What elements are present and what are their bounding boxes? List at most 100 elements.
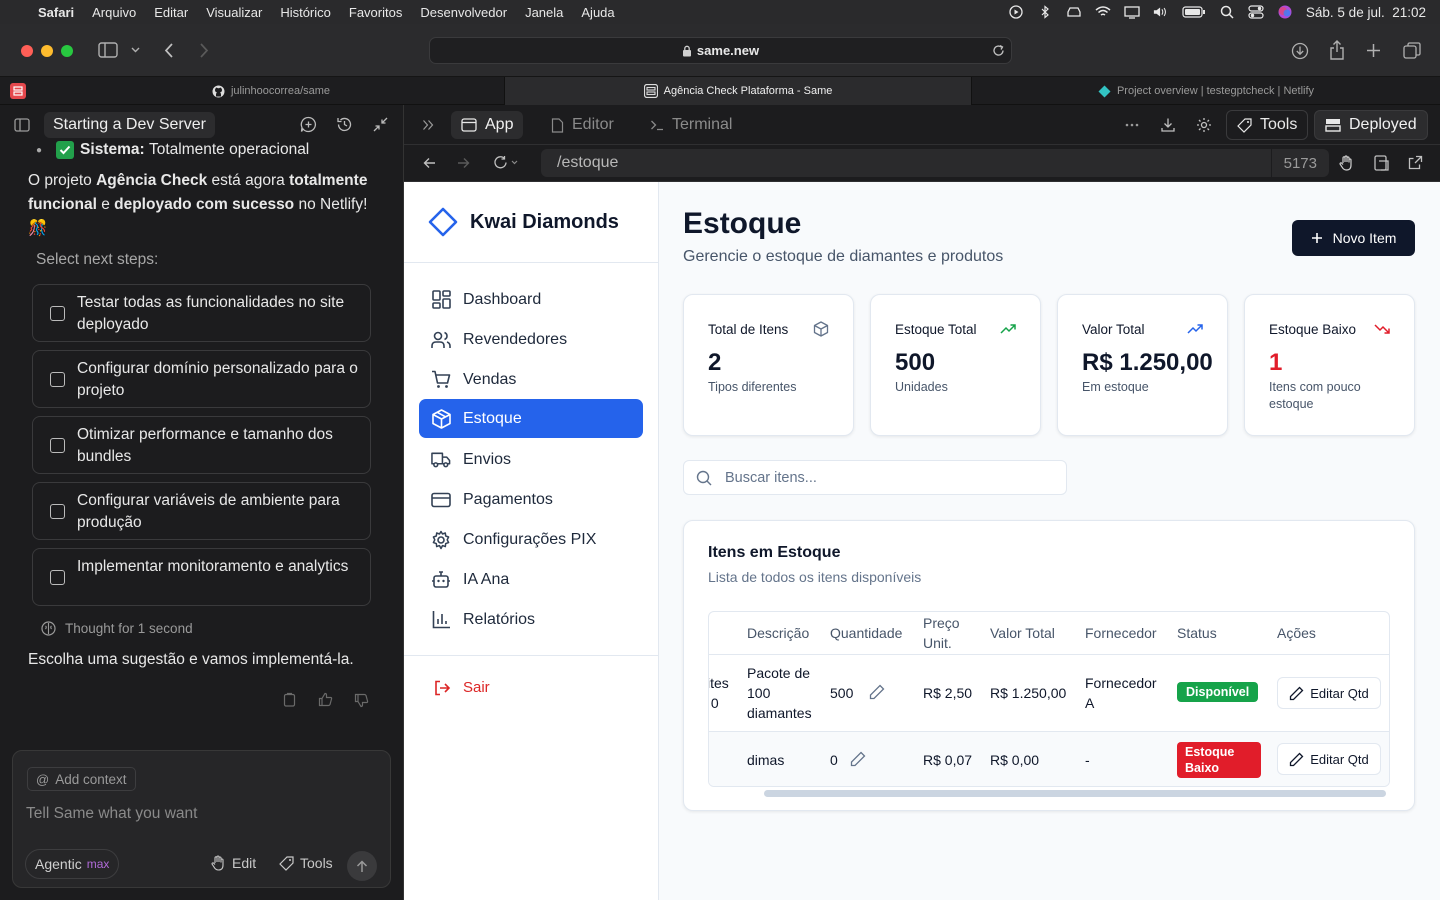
next-step-option[interactable]: Testar todas as funcionalidades no site … bbox=[32, 284, 371, 342]
wifi-icon[interactable] bbox=[1095, 5, 1111, 19]
deployed-button[interactable]: Deployed bbox=[1314, 110, 1428, 140]
share-icon[interactable] bbox=[1329, 40, 1345, 60]
expand-chevrons-icon[interactable] bbox=[422, 119, 434, 131]
edit-qty-button[interactable]: Editar Qtd bbox=[1277, 677, 1381, 709]
sidebar-item-pagamentos[interactable]: Pagamentos bbox=[419, 480, 643, 519]
sidebar-item-dashboard[interactable]: Dashboard bbox=[419, 280, 643, 319]
step-checkbox[interactable] bbox=[50, 438, 65, 453]
display-icon[interactable] bbox=[1124, 5, 1140, 19]
tab-github[interactable]: julinhoocorrea/same bbox=[38, 77, 504, 105]
minimize-window-button[interactable] bbox=[41, 45, 53, 57]
new-tab-icon[interactable] bbox=[1366, 43, 1381, 58]
preview-forward-icon[interactable] bbox=[457, 157, 470, 169]
close-window-button[interactable] bbox=[21, 45, 33, 57]
zoom-window-button[interactable] bbox=[61, 45, 73, 57]
next-step-option[interactable]: Configurar domínio personalizado para o … bbox=[32, 350, 371, 408]
collapse-icon[interactable] bbox=[373, 117, 388, 132]
nav-label: Estoque bbox=[463, 409, 522, 427]
step-checkbox[interactable] bbox=[50, 504, 65, 519]
device-icon[interactable] bbox=[1374, 155, 1389, 171]
sidebar-item-configuracoes-pix[interactable]: Configurações PIX bbox=[419, 520, 643, 559]
table-scrollbar[interactable] bbox=[764, 790, 1386, 797]
volume-icon[interactable] bbox=[1153, 5, 1169, 19]
step-label: Testar todas as funcionalidades no site … bbox=[77, 294, 345, 333]
sidebar-item-estoque[interactable]: Estoque bbox=[419, 399, 643, 438]
back-icon[interactable] bbox=[164, 43, 174, 58]
chat-input[interactable]: Tell Same what you want bbox=[26, 805, 376, 829]
tools-button[interactable]: Tools bbox=[1226, 110, 1309, 140]
copy-icon[interactable] bbox=[283, 692, 296, 707]
edit-qty-icon[interactable] bbox=[869, 684, 885, 700]
edit-qty-icon[interactable] bbox=[850, 751, 866, 767]
next-step-option[interactable]: Otimizar performance e tamanho dos bundl… bbox=[32, 416, 371, 474]
history-icon[interactable] bbox=[336, 116, 353, 133]
menu-janela[interactable]: Janela bbox=[525, 5, 563, 20]
download-icon[interactable] bbox=[1160, 117, 1176, 133]
tab-netlify[interactable]: Project overview | testegptcheck | Netli… bbox=[972, 77, 1440, 105]
control-center-icon[interactable] bbox=[1248, 5, 1264, 19]
menu-visualizar[interactable]: Visualizar bbox=[206, 5, 262, 20]
open-external-icon[interactable] bbox=[1408, 155, 1423, 170]
sidebar-item-revendedores[interactable]: Revendedores bbox=[419, 320, 643, 359]
thumbs-up-icon[interactable] bbox=[318, 692, 333, 707]
next-step-option[interactable]: Configurar variáveis de ambiente para pr… bbox=[32, 482, 371, 540]
agent-mode-selector[interactable]: Agentic max bbox=[25, 849, 120, 879]
menu-ajuda[interactable]: Ajuda bbox=[581, 5, 614, 20]
port-badge[interactable]: 5173 bbox=[1270, 149, 1329, 177]
edit-qty-button[interactable]: Editar Qtd bbox=[1277, 743, 1381, 775]
menu-historico[interactable]: Histórico bbox=[280, 5, 331, 20]
address-bar[interactable]: same.new bbox=[429, 37, 1012, 64]
step-checkbox[interactable] bbox=[50, 570, 65, 585]
send-button[interactable] bbox=[347, 851, 377, 881]
settings-icon[interactable] bbox=[1196, 117, 1212, 133]
tools-button[interactable]: Tools bbox=[279, 855, 333, 871]
edit-button[interactable]: Edit bbox=[211, 855, 256, 871]
step-checkbox[interactable] bbox=[50, 306, 65, 321]
tab-app[interactable]: App bbox=[451, 111, 524, 139]
car-icon[interactable] bbox=[1066, 5, 1082, 19]
menu-arquivo[interactable]: Arquivo bbox=[92, 5, 136, 20]
new-item-button[interactable]: Novo Item bbox=[1292, 220, 1415, 256]
thought-indicator[interactable]: Thought for 1 second bbox=[41, 621, 193, 636]
thumbs-down-icon[interactable] bbox=[354, 693, 369, 708]
more-icon[interactable] bbox=[1125, 123, 1139, 127]
sidebar-item-relatorios[interactable]: Relatórios bbox=[419, 600, 643, 639]
tab-editor[interactable]: Editor bbox=[551, 111, 614, 139]
step-checkbox[interactable] bbox=[50, 372, 65, 387]
chevron-down-icon[interactable] bbox=[131, 47, 140, 53]
sidebar-item-vendas[interactable]: Vendas bbox=[419, 360, 643, 399]
add-context-button[interactable]: @ Add context bbox=[27, 767, 136, 791]
preview-refresh-icon[interactable] bbox=[493, 155, 521, 170]
sidebar-item-ia-ana[interactable]: IA Ana bbox=[419, 560, 643, 599]
battery-icon[interactable] bbox=[1182, 5, 1206, 19]
panel-toggle-icon[interactable] bbox=[14, 118, 30, 132]
play-icon[interactable] bbox=[1008, 5, 1024, 19]
sidebar-item-envios[interactable]: Envios bbox=[419, 440, 643, 479]
search-input[interactable]: Buscar itens... bbox=[725, 470, 817, 486]
search-field[interactable]: Buscar itens... bbox=[683, 460, 1067, 495]
bluetooth-icon[interactable] bbox=[1037, 5, 1053, 19]
download-icon[interactable] bbox=[1291, 42, 1309, 60]
search-icon[interactable] bbox=[1219, 5, 1235, 19]
tab-terminal[interactable]: Terminal bbox=[650, 111, 732, 139]
tab-same-active[interactable]: Agência Check Plataforma - Same bbox=[504, 77, 972, 105]
logout-button[interactable]: Sair bbox=[434, 679, 490, 696]
preview-back-icon[interactable] bbox=[423, 157, 436, 169]
menubar-clock[interactable]: Sáb. 5 de jul. 21:02 bbox=[1306, 5, 1426, 20]
menu-desenvolvedor[interactable]: Desenvolvedor bbox=[420, 5, 507, 20]
brand[interactable]: Kwai Diamonds bbox=[427, 206, 619, 238]
siri-icon[interactable] bbox=[1277, 5, 1293, 19]
pointer-icon[interactable] bbox=[1339, 154, 1355, 172]
next-step-option[interactable]: Implementar monitoramento e analytics bbox=[32, 548, 371, 606]
forward-icon[interactable] bbox=[199, 43, 209, 58]
menu-editar[interactable]: Editar bbox=[154, 5, 188, 20]
tab-overview-icon[interactable] bbox=[1403, 42, 1421, 59]
preview-path-input[interactable]: /estoque 5173 bbox=[541, 149, 1329, 177]
new-chat-icon[interactable] bbox=[300, 116, 317, 133]
menu-favoritos[interactable]: Favoritos bbox=[349, 5, 402, 20]
chat-title[interactable]: Starting a Dev Server bbox=[44, 112, 215, 138]
reload-icon[interactable] bbox=[992, 44, 1005, 57]
sidebar-toggle-icon[interactable] bbox=[98, 42, 118, 58]
col-descricao: Descrição bbox=[747, 625, 810, 641]
menu-app-name[interactable]: Safari bbox=[38, 5, 74, 20]
